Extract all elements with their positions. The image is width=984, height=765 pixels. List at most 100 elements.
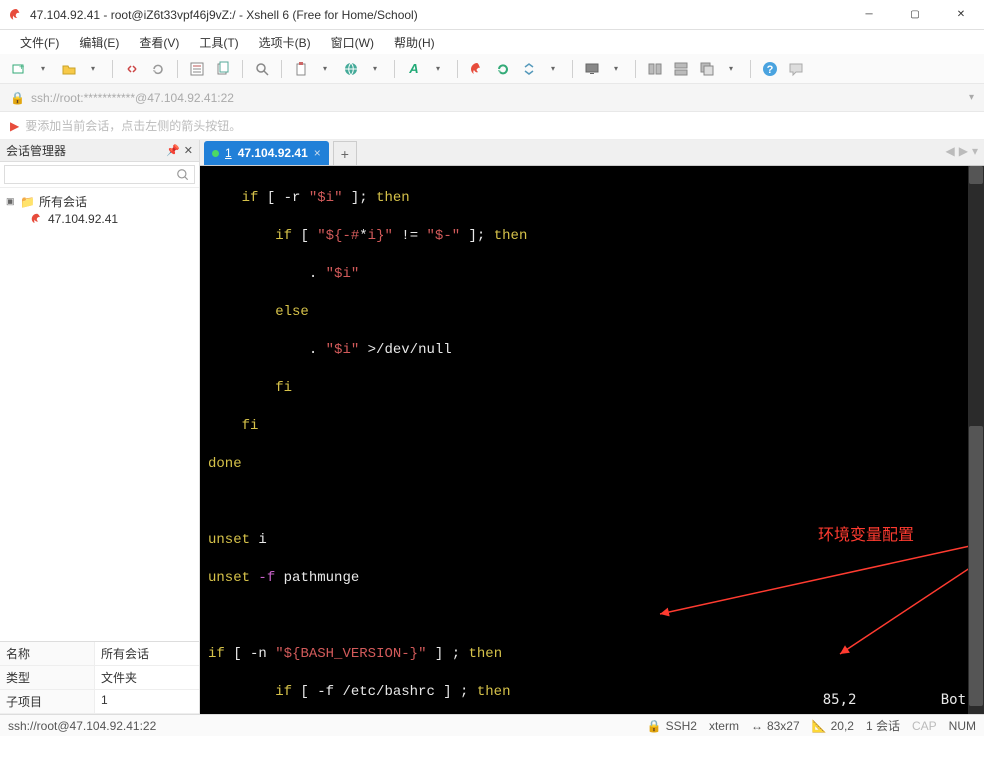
session-manager-header: 会话管理器 📌 ✕ <box>0 140 199 162</box>
hint-bar: ▶ 要添加当前会话，点击左侧的箭头按钮。 <box>0 112 984 140</box>
tree-host[interactable]: 47.104.92.41 <box>2 211 197 227</box>
prop-name-value: 所有会话 <box>95 642 199 665</box>
main-area: 1 47.104.92.41 × + ◀ ▶ ▾ if [ -r "$i" ];… <box>200 140 984 714</box>
prop-children-value: 1 <box>95 690 199 713</box>
status-connection: ssh://root@47.104.92.41:22 <box>8 719 156 733</box>
new-session-icon[interactable]: + <box>8 58 30 80</box>
new-dropdown[interactable]: ▾ <box>32 58 54 80</box>
menu-help[interactable]: 帮助(H) <box>386 32 443 53</box>
cascade-icon[interactable] <box>696 58 718 80</box>
session-icon <box>30 212 44 226</box>
prop-row: 子项目 1 <box>0 690 199 714</box>
window-title: 47.104.92.41 - root@iZ6t33vpf46j9vZ:/ - … <box>30 8 846 22</box>
menu-view[interactable]: 查看(V) <box>131 32 187 53</box>
screen-dropdown[interactable]: ▾ <box>605 58 627 80</box>
menu-tabs[interactable]: 选项卡(B) <box>251 32 319 53</box>
tile-h-icon[interactable] <box>644 58 666 80</box>
prop-row: 类型 文件夹 <box>0 666 199 690</box>
transfer-dropdown[interactable]: ▾ <box>542 58 564 80</box>
tile-v-icon[interactable] <box>670 58 692 80</box>
status-ssh: 🔒SSH2 <box>647 719 697 733</box>
web-dropdown[interactable]: ▾ <box>364 58 386 80</box>
status-cap: CAP <box>912 719 937 733</box>
reconnect-icon[interactable] <box>147 58 169 80</box>
help-icon[interactable]: ? <box>759 58 781 80</box>
menu-edit[interactable]: 编辑(E) <box>71 32 127 53</box>
address-bar[interactable]: 🔒 ssh://root:***********@47.104.92.41:22… <box>0 84 984 112</box>
session-tree[interactable]: ▣ 📁 所有会话 47.104.92.41 <box>0 188 199 641</box>
open-icon[interactable] <box>58 58 80 80</box>
scroll-thumb[interactable] <box>969 426 983 706</box>
tab-bar: 1 47.104.92.41 × + ◀ ▶ ▾ <box>200 140 984 166</box>
screen-icon[interactable] <box>581 58 603 80</box>
toolbar: + ▾ ▾ ▾ ▾ A ▾ ▾ ▾ ▾ ? <box>0 54 984 84</box>
find-icon[interactable] <box>251 58 273 80</box>
ssh-lock-icon: 🔒 <box>647 719 662 733</box>
tab-add-button[interactable]: + <box>333 141 357 165</box>
tab-index: 1 <box>225 146 232 160</box>
prop-type-label: 类型 <box>0 666 95 689</box>
status-cursor: 📐 20,2 <box>812 719 854 733</box>
status-bar: ssh://root@47.104.92.41:22 🔒SSH2 xterm ↔… <box>0 714 984 736</box>
maximize-button[interactable]: ▢ <box>892 0 938 29</box>
terminal-scrollbar[interactable] <box>968 166 984 714</box>
chat-icon[interactable] <box>785 58 807 80</box>
tab-next-icon[interactable]: ▶ <box>959 144 968 158</box>
open-dropdown[interactable]: ▾ <box>82 58 104 80</box>
svg-text:+: + <box>19 62 24 72</box>
title-bar: 47.104.92.41 - root@iZ6t33vpf46j9vZ:/ - … <box>0 0 984 30</box>
web-icon[interactable] <box>340 58 362 80</box>
scroll-up-icon[interactable] <box>969 166 983 184</box>
session-search-row <box>0 162 199 188</box>
pin-icon[interactable]: 📌 <box>166 144 180 157</box>
refresh-icon[interactable] <box>492 58 514 80</box>
terminal[interactable]: if [ -r "$i" ]; then if [ "${-#*i}" != "… <box>200 166 984 714</box>
prop-type-value: 文件夹 <box>95 666 199 689</box>
disconnect-icon[interactable] <box>121 58 143 80</box>
layout-dropdown[interactable]: ▾ <box>720 58 742 80</box>
session-manager-title: 会话管理器 <box>6 142 66 159</box>
property-table: 名称 所有会话 类型 文件夹 子项目 1 <box>0 641 199 714</box>
properties-icon[interactable] <box>186 58 208 80</box>
status-sessions: 1 会话 <box>866 717 900 734</box>
tree-root[interactable]: ▣ 📁 所有会话 <box>2 192 197 211</box>
paste-icon[interactable] <box>290 58 312 80</box>
address-dropdown-icon[interactable]: ▾ <box>969 92 974 103</box>
tab-nav: ◀ ▶ ▾ <box>946 144 979 158</box>
hint-text: 要添加当前会话，点击左侧的箭头按钮。 <box>25 117 241 134</box>
status-term: xterm <box>709 719 739 733</box>
tab-list-icon[interactable]: ▾ <box>972 144 978 158</box>
paste-dropdown[interactable]: ▾ <box>314 58 336 80</box>
tree-host-label: 47.104.92.41 <box>48 212 118 226</box>
copy-icon[interactable] <box>212 58 234 80</box>
body: 会话管理器 📌 ✕ ▣ 📁 所有会话 47.104.92.41 名称 所有会话 <box>0 140 984 714</box>
session-search-input[interactable] <box>4 165 195 184</box>
status-num: NUM <box>949 719 976 733</box>
transfer-icon[interactable] <box>518 58 540 80</box>
tree-root-label: 所有会话 <box>39 193 87 210</box>
close-panel-icon[interactable]: ✕ <box>184 144 193 157</box>
menu-file[interactable]: 文件(F) <box>12 32 67 53</box>
collapse-icon[interactable]: ▣ <box>6 196 16 207</box>
tab-prev-icon[interactable]: ◀ <box>946 144 955 158</box>
vim-position: 85,2 Bot <box>823 691 966 710</box>
tab-active[interactable]: 1 47.104.92.41 × <box>204 141 329 165</box>
folder-icon: 📁 <box>20 195 35 209</box>
menu-tools[interactable]: 工具(T) <box>191 32 246 53</box>
tab-close-icon[interactable]: × <box>314 146 321 160</box>
status-dot-icon <box>212 150 219 157</box>
window-controls: ─ ▢ ✕ <box>846 0 984 29</box>
app-icon <box>8 7 24 23</box>
font-icon[interactable]: A <box>403 58 425 80</box>
font-dropdown[interactable]: ▾ <box>427 58 449 80</box>
prop-row: 名称 所有会话 <box>0 642 199 666</box>
svg-text:?: ? <box>767 64 774 76</box>
session-manager: 会话管理器 📌 ✕ ▣ 📁 所有会话 47.104.92.41 名称 所有会话 <box>0 140 200 714</box>
minimize-button[interactable]: ─ <box>846 0 892 29</box>
menu-window[interactable]: 窗口(W) <box>323 32 382 53</box>
prop-children-label: 子项目 <box>0 690 95 713</box>
tab-label: 47.104.92.41 <box>238 146 308 160</box>
flag-icon: ▶ <box>10 119 19 133</box>
swirl-icon[interactable] <box>466 58 488 80</box>
close-button[interactable]: ✕ <box>938 0 984 29</box>
